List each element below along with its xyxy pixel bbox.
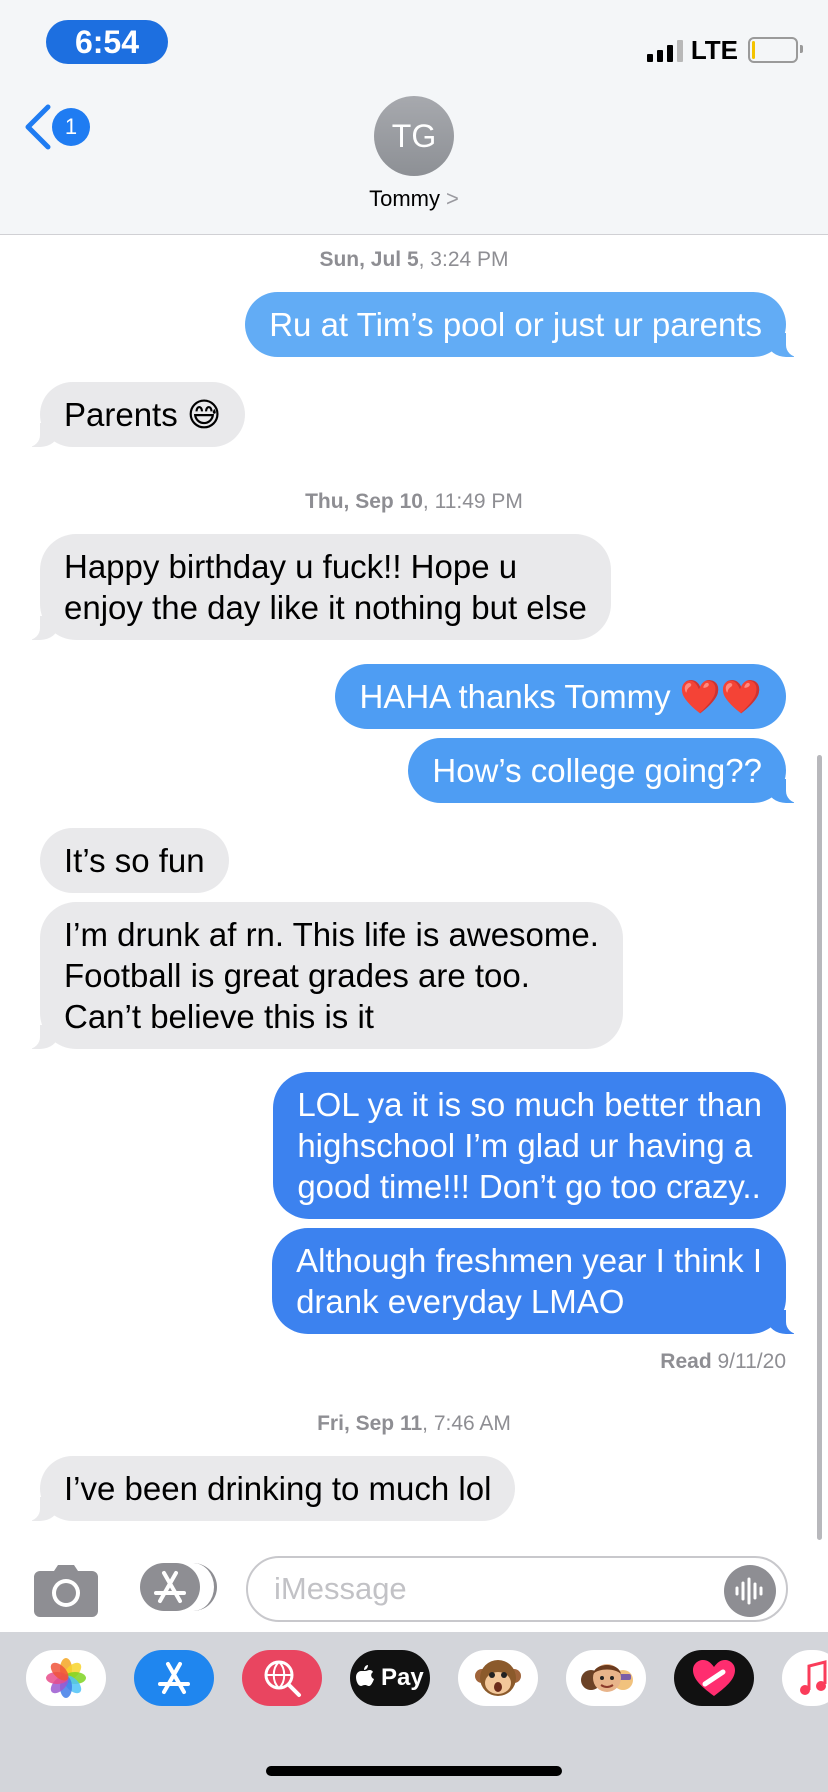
status-time: 6:54 [46, 20, 168, 64]
memoji-icon[interactable] [566, 1650, 646, 1706]
unread-count-badge: 1 [52, 108, 90, 146]
received-message[interactable]: It’s so fun [40, 828, 229, 893]
app-store-icon[interactable] [134, 1650, 214, 1706]
received-message[interactable]: Happy birthday u fuck!! Hope u enjoy the… [18, 534, 611, 640]
contact-name: Tommy [369, 186, 441, 211]
app-store-glyph-icon [158, 1662, 190, 1694]
read-receipt: Read 9/11/20 [660, 1350, 786, 1373]
apple-logo-icon [356, 1665, 375, 1686]
timestamp: Fri, Sep 11, 7:46 AM [317, 1412, 511, 1435]
contact-name-button[interactable]: Tommy > [0, 186, 828, 212]
photos-app-icon[interactable] [26, 1650, 106, 1706]
sent-message[interactable]: Although freshmen year I think I drank e… [272, 1228, 808, 1334]
animoji-icon[interactable] [458, 1650, 538, 1706]
received-message[interactable]: Parents 😅 [17, 382, 246, 447]
timestamp: Sun, Jul 5, 3:24 PM [319, 248, 509, 271]
received-message[interactable]: I’m drunk af rn. This life is awesome. F… [18, 902, 623, 1049]
memoji-faces-icon [581, 1664, 633, 1692]
waveform-icon [735, 1577, 763, 1605]
status-indicators: LTE [646, 32, 803, 68]
scrollbar[interactable] [817, 755, 822, 1540]
network-type: LTE [690, 34, 738, 65]
heart-icon [693, 1660, 735, 1696]
music-note-icon [800, 1660, 827, 1695]
audio-message-button[interactable] [724, 1565, 776, 1617]
sent-message[interactable]: LOL ya it is so much better than highsch… [273, 1072, 786, 1219]
cellular-signal-icon [646, 38, 683, 62]
message-input[interactable]: iMessage [246, 1556, 788, 1622]
battery-icon [748, 37, 803, 63]
camera-button[interactable] [34, 1565, 98, 1622]
sent-message[interactable]: Ru at Tim’s pool or just ur parents [245, 292, 808, 357]
chevron-left-icon [25, 104, 51, 150]
monkey-icon [475, 1660, 521, 1696]
app-store-icon [154, 1571, 186, 1603]
apple-pay-label: Pay [374, 1664, 424, 1691]
contact-avatar[interactable]: TG [374, 96, 454, 176]
sent-message[interactable]: HAHA thanks Tommy ❤️❤️ [335, 664, 786, 729]
home-indicator[interactable] [266, 1766, 562, 1776]
globe-search-icon [264, 1660, 301, 1697]
apps-button[interactable] [140, 1563, 200, 1611]
web-search-icon[interactable] [242, 1650, 322, 1706]
photos-icon [46, 1658, 86, 1698]
chevron-right-icon: > [446, 186, 459, 211]
timestamp: Thu, Sep 10, 11:49 PM [305, 490, 523, 513]
conversation-header: 6:54 LTE 1 TG Tommy > [0, 0, 828, 235]
digital-touch-icon[interactable] [674, 1650, 754, 1706]
sent-message[interactable]: How’s college going?? [408, 738, 808, 803]
camera-icon [34, 1565, 98, 1617]
apple-pay-icon[interactable]: Pay [350, 1650, 430, 1706]
back-button[interactable]: 1 [22, 104, 90, 150]
received-message[interactable]: I’ve been drinking to much lol [17, 1456, 516, 1521]
